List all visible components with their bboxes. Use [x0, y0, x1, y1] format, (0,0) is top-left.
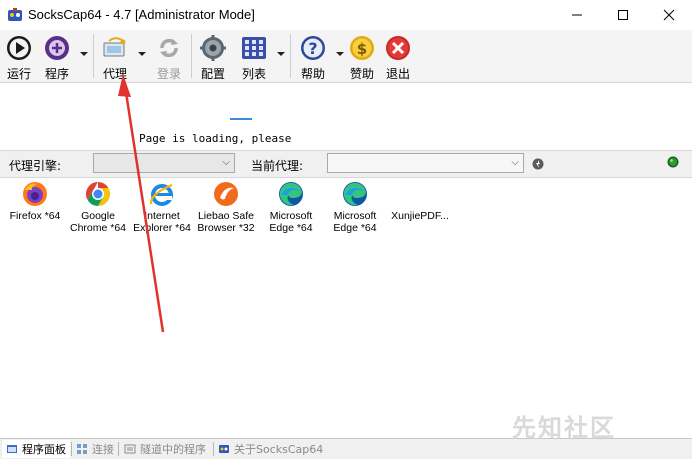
toolbar-separator	[93, 34, 94, 78]
program-item-liebao[interactable]: Liebao Safe Browser *32	[193, 180, 259, 234]
current-proxy-select[interactable]: ⌵	[327, 153, 524, 173]
add-program-icon	[45, 36, 69, 60]
program-item-edge[interactable]: Microsoft Edge *64	[322, 180, 388, 234]
login-label: 登录	[156, 67, 181, 81]
program-label: Liebao Safe Browser *32	[197, 210, 255, 234]
sponsor-button[interactable]: $ 赞助	[347, 32, 377, 81]
connections-icon	[77, 444, 87, 454]
close-button[interactable]	[646, 0, 692, 30]
program-button[interactable]: 程序	[40, 32, 74, 81]
proxy-icon	[103, 37, 126, 57]
svg-text:$: $	[357, 40, 367, 58]
pdf-icon	[406, 180, 434, 208]
program-item-edge[interactable]: Microsoft Edge *64	[258, 180, 324, 234]
program-label: XunjiePDF...	[391, 210, 449, 222]
proxy-button[interactable]: 代理	[98, 32, 132, 81]
liebao-icon	[214, 182, 238, 206]
tab-label: 隧道中的程序	[140, 443, 206, 456]
refresh-login-icon	[160, 38, 178, 58]
close-icon	[663, 9, 675, 21]
sockscap-app-icon	[8, 8, 22, 21]
proxy-dropdown-arrow[interactable]	[138, 52, 146, 56]
toolbar: 运行 程序 代理 登录 配置 列表 ? 帮助 $ 赞助 退出	[0, 30, 692, 83]
tab-about[interactable]: 关于SocksCap64	[214, 440, 327, 458]
tab-connections[interactable]: 连接	[72, 440, 118, 458]
chevron-down-icon: ⌵	[222, 157, 230, 168]
edge-icon	[279, 182, 303, 206]
minimize-button[interactable]	[554, 0, 600, 30]
run-label: 运行	[6, 67, 31, 81]
dollar-icon: $	[350, 36, 374, 60]
program-item-chrome[interactable]: Google Chrome *64	[65, 180, 131, 234]
login-button[interactable]: 登录	[152, 32, 186, 81]
page-loading-text: Page is loading, please	[139, 132, 292, 145]
program-item-internet-explorer[interactable]: Internet Explorer *64	[129, 180, 195, 234]
config-label: 配置	[200, 67, 225, 81]
play-icon	[7, 36, 31, 60]
firefox-icon	[23, 182, 47, 206]
sockscap-app-icon	[219, 445, 229, 453]
program-label: Microsoft Edge *64	[333, 210, 377, 234]
current-proxy-label: 当前代理:	[251, 159, 304, 173]
edge-icon	[343, 182, 367, 206]
proxy-label: 代理	[102, 67, 127, 81]
program-item-xunjiepdf[interactable]: XunjiePDF...	[385, 180, 455, 222]
toolbar-separator	[191, 34, 192, 78]
exit-label: 退出	[385, 67, 410, 81]
config-button[interactable]: 配置	[196, 32, 230, 81]
chevron-down-icon: ⌵	[511, 157, 519, 168]
program-panel: Firefox *64 Google Chrome *64 Internet E…	[0, 178, 692, 438]
exit-button[interactable]: 退出	[383, 32, 413, 81]
toolbar-separator	[290, 34, 291, 78]
minimize-icon	[572, 14, 582, 16]
status-ok-icon	[667, 156, 679, 168]
proxy-test-icon[interactable]	[532, 158, 544, 170]
loading-spinner	[230, 118, 252, 120]
proxy-engine-label: 代理引擎:	[9, 159, 62, 173]
program-label: 程序	[44, 67, 69, 81]
tab-label: 程序面板	[22, 443, 66, 456]
program-item-firefox[interactable]: Firefox *64	[2, 180, 68, 222]
program-label: Firefox *64	[9, 210, 61, 222]
tab-label: 连接	[92, 443, 114, 456]
exit-icon	[386, 36, 410, 60]
tunnel-icon	[124, 444, 136, 454]
list-button[interactable]: 列表	[237, 32, 271, 81]
title-bar: SocksCap64 - 4.7 [Administrator Mode]	[0, 0, 692, 30]
help-label: 帮助	[300, 67, 325, 81]
gear-icon	[200, 35, 226, 61]
sponsor-label: 赞助	[349, 67, 374, 81]
program-panel-icon	[7, 445, 17, 453]
chrome-icon	[85, 182, 111, 206]
help-dropdown-arrow[interactable]	[336, 52, 344, 56]
list-label: 列表	[241, 67, 266, 81]
tab-label: 关于SocksCap64	[234, 443, 324, 456]
proxy-engine-select[interactable]: ⌵	[93, 153, 235, 173]
tab-separator	[118, 442, 119, 456]
program-label: Google Chrome *64	[69, 210, 127, 234]
tab-tunneled-programs[interactable]: 隧道中的程序	[120, 440, 210, 458]
maximize-icon	[618, 10, 628, 20]
run-button[interactable]: 运行	[4, 32, 34, 81]
proxy-bar: 代理引擎: ⌵ 当前代理: ⌵	[0, 150, 692, 178]
ie-icon	[149, 183, 173, 206]
maximize-button[interactable]	[600, 0, 646, 30]
list-dropdown-arrow[interactable]	[277, 52, 285, 56]
watermark: 先知社区	[512, 414, 616, 442]
tab-program-panel[interactable]: 程序面板	[2, 440, 70, 458]
help-button[interactable]: ? 帮助	[296, 32, 330, 81]
program-dropdown-arrow[interactable]	[80, 52, 88, 56]
help-icon: ?	[301, 36, 325, 60]
program-label: Microsoft Edge *64	[269, 210, 313, 234]
svg-text:?: ?	[308, 39, 317, 58]
program-label: Internet Explorer *64	[133, 210, 191, 234]
window-title: SocksCap64 - 4.7 [Administrator Mode]	[28, 7, 255, 22]
embedded-page-area: Page is loading, please	[0, 83, 692, 150]
grid-list-icon	[242, 37, 266, 59]
